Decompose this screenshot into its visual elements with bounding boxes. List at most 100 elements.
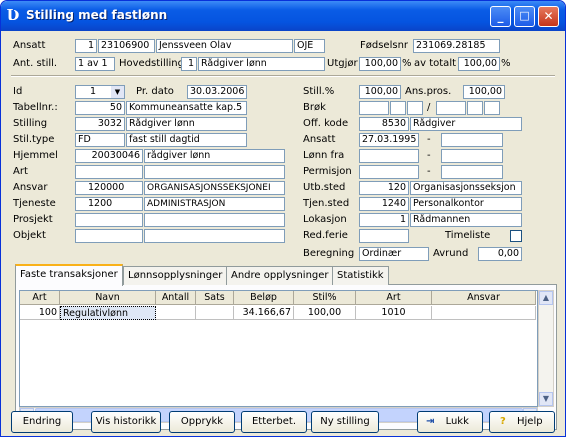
utgjor-field[interactable]: 100,00 xyxy=(359,57,401,71)
brok-field-1[interactable] xyxy=(359,101,389,115)
transaction-table[interactable]: Art Navn Antall Sats Beløp Stil% Art Ans… xyxy=(19,290,538,407)
brok-field-3[interactable] xyxy=(407,101,423,115)
prosjekt-text-field[interactable] xyxy=(144,213,285,227)
offkode-field[interactable]: 8530 xyxy=(359,117,409,131)
vis-historikk-button[interactable]: Vis historikk xyxy=(91,411,161,433)
table-cell[interactable]: 1010 xyxy=(356,306,432,320)
stiltype-field[interactable]: FD xyxy=(75,133,125,147)
lokasjon-text-field[interactable]: Rådmannen xyxy=(410,213,522,227)
column-header-art[interactable]: Art xyxy=(20,291,60,305)
beregning-field[interactable]: Ordinær xyxy=(359,247,429,261)
brok-field-6[interactable] xyxy=(484,101,500,115)
antstill-label: Ant. still. xyxy=(13,58,58,69)
table-cell[interactable]: 100,00 xyxy=(294,306,356,320)
column-header-navn[interactable]: Navn xyxy=(60,291,156,305)
table-cell[interactable] xyxy=(156,306,196,320)
objekt-field[interactable] xyxy=(75,229,143,243)
opprykk-button[interactable]: Opprykk xyxy=(169,411,235,433)
hjelp-label: Hjelp xyxy=(517,416,543,427)
etterbet-button[interactable]: Etterbet. xyxy=(241,411,307,433)
endring-button[interactable]: Endring xyxy=(11,411,73,433)
lukk-button[interactable]: ⇥ Lukk xyxy=(417,411,483,433)
ansatt-id-field[interactable]: 23106900 xyxy=(98,39,155,53)
anspros-field[interactable]: 100,00 xyxy=(463,85,505,99)
close-button[interactable]: ✕ xyxy=(538,6,559,27)
column-header-art-2[interactable]: Art xyxy=(356,291,432,305)
tab-andre-opplysninger[interactable]: Andre opplysninger xyxy=(226,266,334,285)
table-cell[interactable]: 100 xyxy=(20,306,60,320)
column-header-belop[interactable]: Beløp xyxy=(234,291,294,305)
lokasjon-field[interactable]: 1 xyxy=(359,213,409,227)
column-header-antall[interactable]: Antall xyxy=(156,291,196,305)
still-field[interactable]: 100,00 xyxy=(359,85,401,99)
tjensted-field[interactable]: 1240 xyxy=(359,197,409,211)
ansatt-code-field[interactable]: OJE xyxy=(294,39,325,53)
permisjon-end-field[interactable] xyxy=(441,165,503,179)
ansatt-nr-field[interactable]: 1 xyxy=(75,39,97,53)
tjeneste-field[interactable]: 1200 xyxy=(75,197,143,211)
prosjekt-field[interactable] xyxy=(75,213,143,227)
redferie-label: Red.ferie xyxy=(303,230,348,241)
offkode-text-field[interactable]: Rådgiver xyxy=(410,117,522,131)
timeliste-checkbox[interactable] xyxy=(510,230,522,242)
ansvar-text-field[interactable]: ORGANISASJONSSEKSJONEI xyxy=(144,181,285,195)
hovedstilling-field[interactable]: Rådgiver lønn xyxy=(198,57,325,71)
hovedstilling-nr-field[interactable]: 1 xyxy=(181,57,197,71)
table-cell[interactable] xyxy=(196,306,234,320)
brok-field-5[interactable] xyxy=(467,101,483,115)
table-cell[interactable] xyxy=(432,306,536,320)
brok-field-4[interactable] xyxy=(436,101,466,115)
stiltype-text-field[interactable]: fast still dagtid xyxy=(126,133,247,147)
title-bar[interactable]: Ʋ Stilling med fastlønn _ □ ✕ xyxy=(1,1,565,31)
fodselsnr-field[interactable]: 231069.28185 xyxy=(413,39,500,53)
minimize-button[interactable]: _ xyxy=(490,6,511,27)
art-text-field[interactable] xyxy=(144,165,285,179)
hjemmel-text-field[interactable]: rådgiver lønn xyxy=(144,149,285,163)
chevron-down-icon[interactable]: ▼ xyxy=(111,86,124,98)
tjeneste-text-field[interactable]: ADMINISTRASJON xyxy=(144,197,285,211)
scroll-up-icon[interactable]: ▲ xyxy=(539,291,553,305)
prdato-field[interactable]: 30.03.2006 xyxy=(187,85,247,99)
tjensted-text-field[interactable]: Personalkontor xyxy=(410,197,522,211)
antstill-field[interactable]: 1 av 1 xyxy=(75,57,115,71)
redferie-field[interactable] xyxy=(359,229,409,243)
tabellnr-text-field[interactable]: Kommuneansatte kap.5 xyxy=(126,101,247,115)
utbsted-field[interactable]: 120 xyxy=(359,181,409,195)
tabellnr-field[interactable]: 50 xyxy=(75,101,125,115)
avrund-field[interactable]: 0,00 xyxy=(478,247,522,261)
ansvar-field[interactable]: 120000 xyxy=(75,181,143,195)
stilling-text-field[interactable]: Rådgiver lønn xyxy=(126,117,247,131)
lonnfra-end-field[interactable] xyxy=(441,149,503,163)
tab-statistikk[interactable]: Statistikk xyxy=(332,266,389,285)
vertical-scrollbar[interactable]: ▲ ▼ xyxy=(538,290,554,407)
table-cell[interactable]: 34.166,67 xyxy=(234,306,294,320)
hjelp-button[interactable]: ? Hjelp xyxy=(489,411,555,433)
art-field[interactable] xyxy=(75,165,143,179)
avtotalt-percent: % xyxy=(501,58,511,69)
objekt-label: Objekt xyxy=(13,230,46,241)
tab-faste-transaksjoner[interactable]: Faste transaksjoner xyxy=(15,264,123,286)
maximize-button[interactable]: □ xyxy=(514,6,535,27)
table-cell[interactable]: Regulativlønn xyxy=(60,306,156,320)
ansattdato-end-field[interactable] xyxy=(441,133,503,147)
column-header-sats[interactable]: Sats xyxy=(196,291,234,305)
ny-stilling-button[interactable]: Ny stilling xyxy=(311,411,379,433)
lonnfra-label: Lønn fra xyxy=(303,150,345,161)
art-label: Art xyxy=(13,166,28,177)
objekt-text-field[interactable] xyxy=(144,229,285,243)
main-window: Ʋ Stilling med fastlønn _ □ ✕ Ansatt 1 2… xyxy=(0,0,566,437)
stilling-nr-field[interactable]: 3032 xyxy=(75,117,125,131)
hjemmel-field[interactable]: 20030046 xyxy=(75,149,143,163)
column-header-ansvar[interactable]: Ansvar xyxy=(432,291,536,305)
id-select[interactable]: 1 ▼ xyxy=(75,85,125,99)
ansattdato-field[interactable]: 27.03.1995 xyxy=(359,133,419,147)
column-header-stil[interactable]: Stil% xyxy=(294,291,356,305)
scroll-down-icon[interactable]: ▼ xyxy=(539,392,553,406)
utbsted-text-field[interactable]: Organisasjonsseksjon xyxy=(410,181,522,195)
avtotalt-field[interactable]: 100,00 xyxy=(458,57,500,71)
ansatt-name-field[interactable]: Jenssveen Olav xyxy=(156,39,293,53)
brok-field-2[interactable] xyxy=(390,101,406,115)
lonnfra-field[interactable] xyxy=(359,149,419,163)
tab-lonnsopplysninger[interactable]: Lønnsopplysninger xyxy=(123,266,228,285)
permisjon-field[interactable] xyxy=(359,165,419,179)
